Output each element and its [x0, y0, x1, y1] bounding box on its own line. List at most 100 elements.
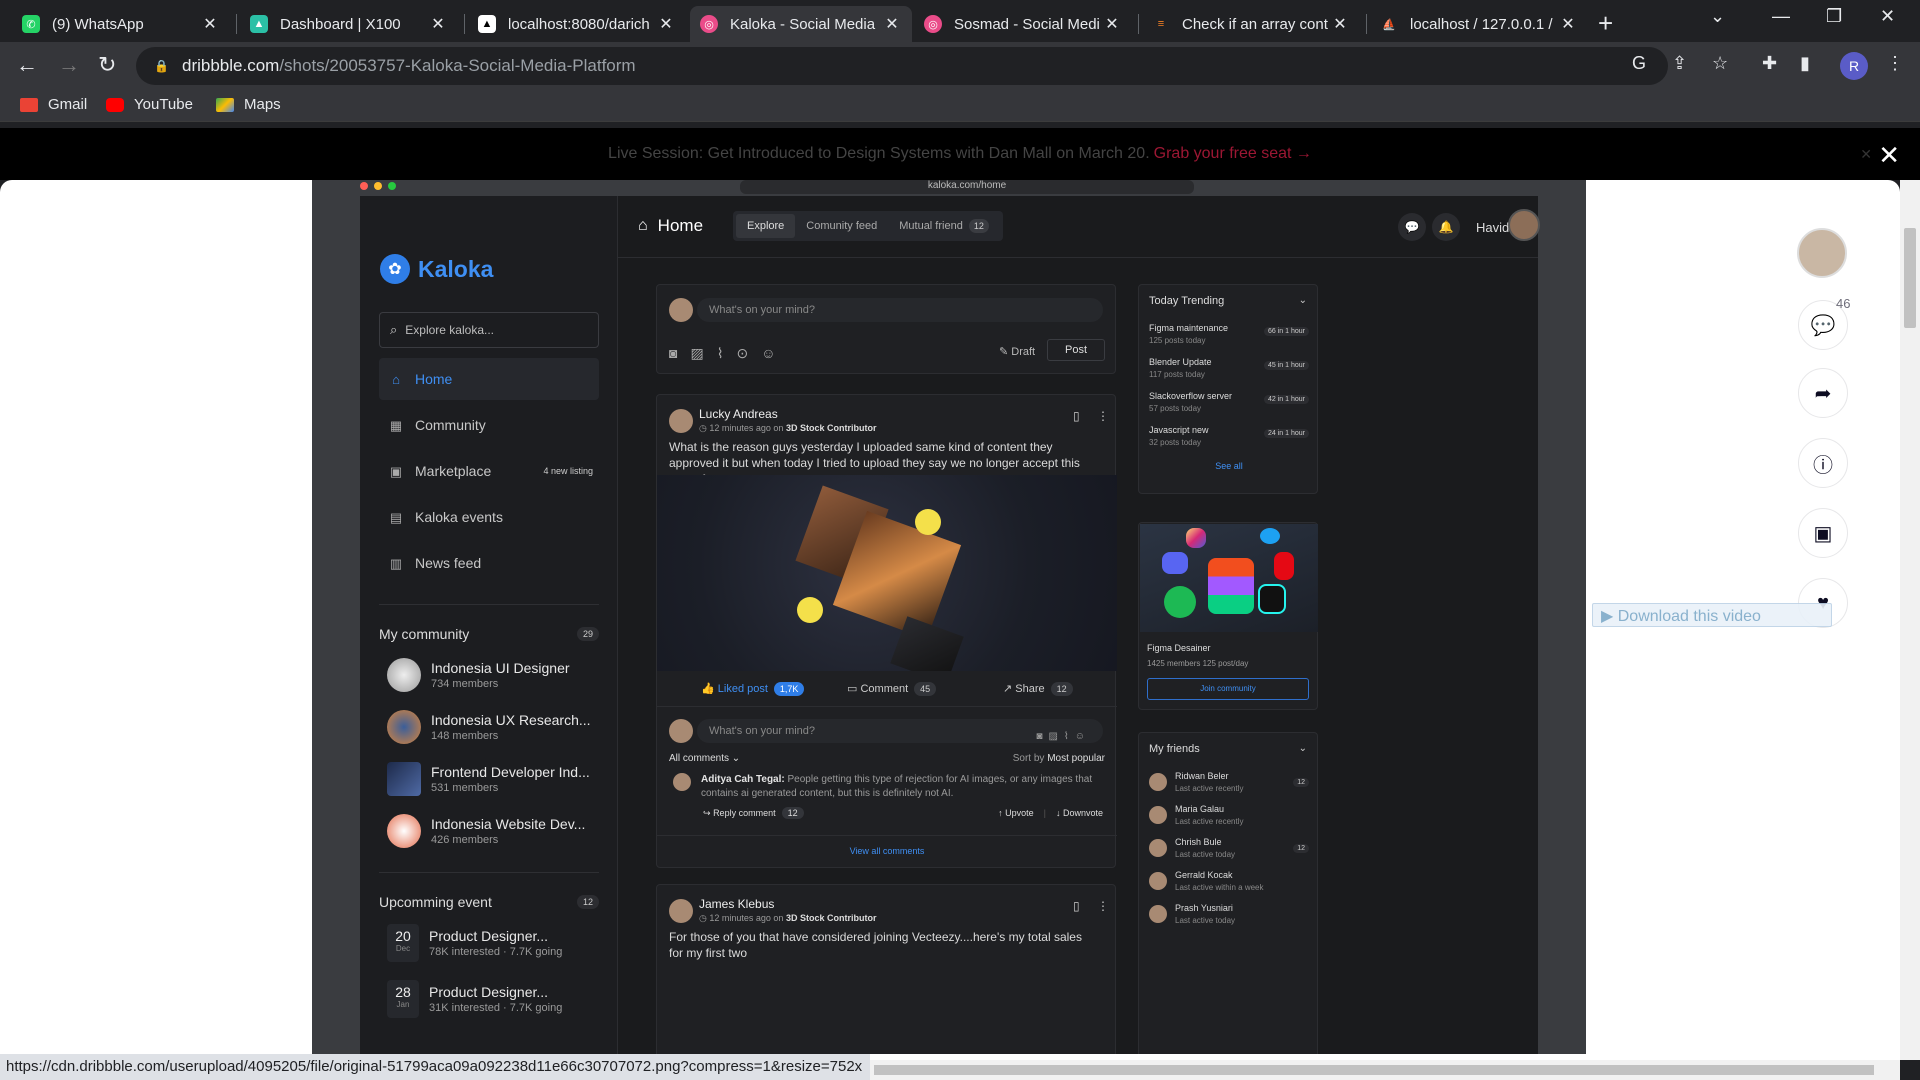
bookmark-gmail[interactable]: Gmail — [20, 96, 87, 113]
share-icon[interactable]: ⇪ — [1672, 53, 1687, 74]
download-video-button[interactable]: ▶ Download this video — [1592, 603, 1832, 627]
trend-item[interactable]: Blender Update 117 posts today 45 in 1 hou… — [1149, 357, 1309, 379]
share-rail-button[interactable]: ➦ — [1798, 368, 1848, 418]
marketplace-icon: ▣ — [389, 464, 403, 479]
community-item[interactable]: Indonesia UX Research... 148 members — [387, 710, 607, 744]
collection-rail-button[interactable]: ▣ — [1798, 508, 1848, 558]
back-arrow-icon[interactable]: ← — [16, 52, 38, 78]
downvote-button[interactable]: ↓ Downvote — [1056, 808, 1103, 818]
tab-whatsapp[interactable]: ✆ (9) WhatsApp ✕ — [12, 6, 230, 42]
location-icon[interactable]: ⊙ — [737, 345, 749, 362]
bookmark-icon[interactable]: ▯ — [1073, 409, 1080, 423]
reload-icon[interactable]: ↻ — [98, 52, 116, 78]
post-image[interactable] — [657, 475, 1117, 671]
camera-icon[interactable]: ◙ — [669, 345, 677, 362]
new-tab-button[interactable]: + — [1598, 8, 1613, 39]
community-item[interactable]: Indonesia UI Designer 734 members — [387, 658, 607, 692]
tab-community-feed[interactable]: Comunity feed — [795, 214, 888, 238]
tab-kaloka[interactable]: ◎ Kaloka - Social Media ✕ — [690, 6, 912, 42]
trend-item[interactable]: Slackoverflow server 57 posts today 42 in … — [1149, 391, 1309, 413]
star-icon[interactable]: ☆ — [1712, 53, 1728, 74]
profile-avatar[interactable]: R — [1840, 52, 1868, 80]
info-rail-button[interactable]: ⓘ — [1798, 438, 1848, 488]
close-tab-icon[interactable]: ✕ — [428, 14, 448, 34]
extensions-icon[interactable]: ✚ — [1762, 53, 1777, 74]
close-icon[interactable]: ✕ — [1860, 146, 1872, 163]
url-text[interactable]: dribbble.com/shots/20053757-Kaloka-Socia… — [182, 56, 636, 76]
tab-localhost[interactable]: ▲ localhost:8080/darich ✕ — [468, 6, 686, 42]
more-icon[interactable]: ⋮ — [1097, 409, 1109, 423]
google-icon[interactable]: G — [1632, 53, 1646, 74]
chat-icon[interactable]: 💬 — [1398, 213, 1426, 241]
bookmark-youtube[interactable]: YouTube — [106, 96, 193, 113]
search-input[interactable]: ⌕ Explore kaloka... — [379, 312, 599, 348]
close-banner-button[interactable]: ✕ — [1878, 140, 1900, 171]
post-button[interactable]: Post — [1047, 339, 1105, 361]
trend-item[interactable]: Javascript new 32 posts today 24 in 1 hour — [1149, 425, 1309, 447]
event-item[interactable]: 20 Dec Product Designer... 78K interested … — [387, 924, 607, 962]
tab-mutual-friend[interactable]: Mutual friend 12 — [888, 214, 1000, 238]
tab-stackoverflow[interactable]: ≡ Check if an array cont ✕ — [1142, 6, 1360, 42]
close-tab-icon[interactable]: ✕ — [656, 14, 676, 34]
close-tab-icon[interactable]: ✕ — [1558, 14, 1578, 34]
reply-input[interactable]: What's on your mind? ◙▨⌇☺ — [697, 719, 1103, 743]
upvote-button[interactable]: ↑ Upvote — [998, 808, 1034, 818]
chevron-down-icon[interactable]: ⌄ — [1299, 743, 1307, 754]
comment-button[interactable]: ▭ Comment 45 — [847, 681, 937, 696]
view-all-comments-link[interactable]: View all comments — [657, 835, 1117, 856]
image-icon[interactable]: ▨ — [690, 345, 703, 362]
see-all-link[interactable]: See all — [1139, 461, 1319, 471]
designer-avatar[interactable] — [1797, 228, 1847, 278]
tab-phpmyadmin[interactable]: ⛵ localhost / 127.0.0.1 / ✕ — [1370, 6, 1588, 42]
reply-comment-button[interactable]: ↪ Reply comment — [703, 808, 776, 819]
close-tab-icon[interactable]: ✕ — [1330, 14, 1350, 34]
tab-explore[interactable]: Explore — [736, 214, 796, 238]
bookmark-icon[interactable]: ▯ — [1073, 899, 1080, 913]
trend-item[interactable]: Figma maintenance 125 posts today 66 in 1 … — [1149, 323, 1309, 345]
draft-button[interactable]: ✎ Draft — [999, 345, 1035, 358]
like-button[interactable]: 👍 Liked post 1,7K — [701, 681, 805, 696]
community-item[interactable]: Indonesia Website Dev... 426 members — [387, 814, 607, 848]
emoji-icon[interactable]: ☺ — [761, 345, 775, 362]
menu-icon[interactable]: ⋮ — [1886, 53, 1904, 74]
chevron-down-icon[interactable]: ⌄ — [1299, 295, 1307, 306]
figma-icon — [1208, 558, 1254, 614]
share-button[interactable]: ↗ Share 12 — [1003, 681, 1073, 696]
user-avatar[interactable] — [1508, 209, 1540, 241]
tab-search-icon[interactable]: ⌄ — [1710, 6, 1725, 27]
nav-item-news[interactable]: ▥ News feed — [379, 542, 599, 584]
banner-link[interactable]: Grab your free seat → — [1154, 145, 1312, 163]
all-comments-dropdown[interactable]: All comments ⌄ — [669, 753, 740, 764]
close-tab-icon[interactable]: ✕ — [200, 14, 220, 34]
minimize-button[interactable]: — — [1772, 6, 1790, 27]
more-icon[interactable]: ⋮ — [1097, 899, 1109, 913]
close-tab-icon[interactable]: ✕ — [1102, 14, 1122, 34]
tab-sosmad[interactable]: ◎ Sosmad - Social Medi ✕ — [914, 6, 1132, 42]
join-community-button[interactable]: Join community — [1147, 678, 1309, 700]
close-tab-icon[interactable]: ✕ — [882, 14, 902, 34]
vertical-scrollbar[interactable] — [1900, 180, 1920, 1060]
tab-dashboard[interactable]: ▲ Dashboard | X100 ✕ — [240, 6, 458, 42]
friend-item[interactable]: Prash Yusniari Last active today — [1149, 903, 1309, 925]
close-window-button[interactable]: ✕ — [1880, 6, 1895, 27]
friend-item[interactable]: Chrish Bule Last active today 12 — [1149, 837, 1309, 859]
bell-icon[interactable]: 🔔 — [1432, 213, 1460, 241]
composer-input[interactable]: What's on your mind? — [697, 298, 1103, 322]
event-item[interactable]: 28 Jan Product Designer... 31K interested … — [387, 980, 607, 1018]
nav-item-marketplace[interactable]: ▣ Marketplace 4 new listing — [379, 450, 599, 492]
nav-item-home[interactable]: ⌂ Home — [379, 358, 599, 400]
horizontal-scrollbar[interactable] — [870, 1060, 1900, 1080]
address-bar[interactable]: 🔒 dribbble.com/shots/20053757-Kaloka-Soc… — [136, 47, 1668, 85]
bookmark-maps[interactable]: Maps — [216, 96, 281, 113]
sidepanel-icon[interactable]: ▮ — [1800, 53, 1810, 74]
attachment-icon[interactable]: ⌇ — [717, 345, 724, 362]
nav-item-events[interactable]: ▤ Kaloka events — [379, 496, 599, 538]
friend-item[interactable]: Gerrald Kocak Last active within a week — [1149, 870, 1309, 892]
sort-dropdown[interactable]: Sort by Most popular — [1013, 753, 1105, 764]
friend-item[interactable]: Maria Galau Last active recently — [1149, 804, 1309, 826]
forward-arrow-icon[interactable]: → — [58, 52, 80, 78]
maximize-button[interactable]: ❐ — [1826, 6, 1842, 27]
nav-item-community[interactable]: ▦ Community — [379, 404, 599, 446]
community-item[interactable]: Frontend Developer Ind... 531 members — [387, 762, 607, 796]
friend-item[interactable]: Ridwan Beler Last active recently 12 — [1149, 771, 1309, 793]
